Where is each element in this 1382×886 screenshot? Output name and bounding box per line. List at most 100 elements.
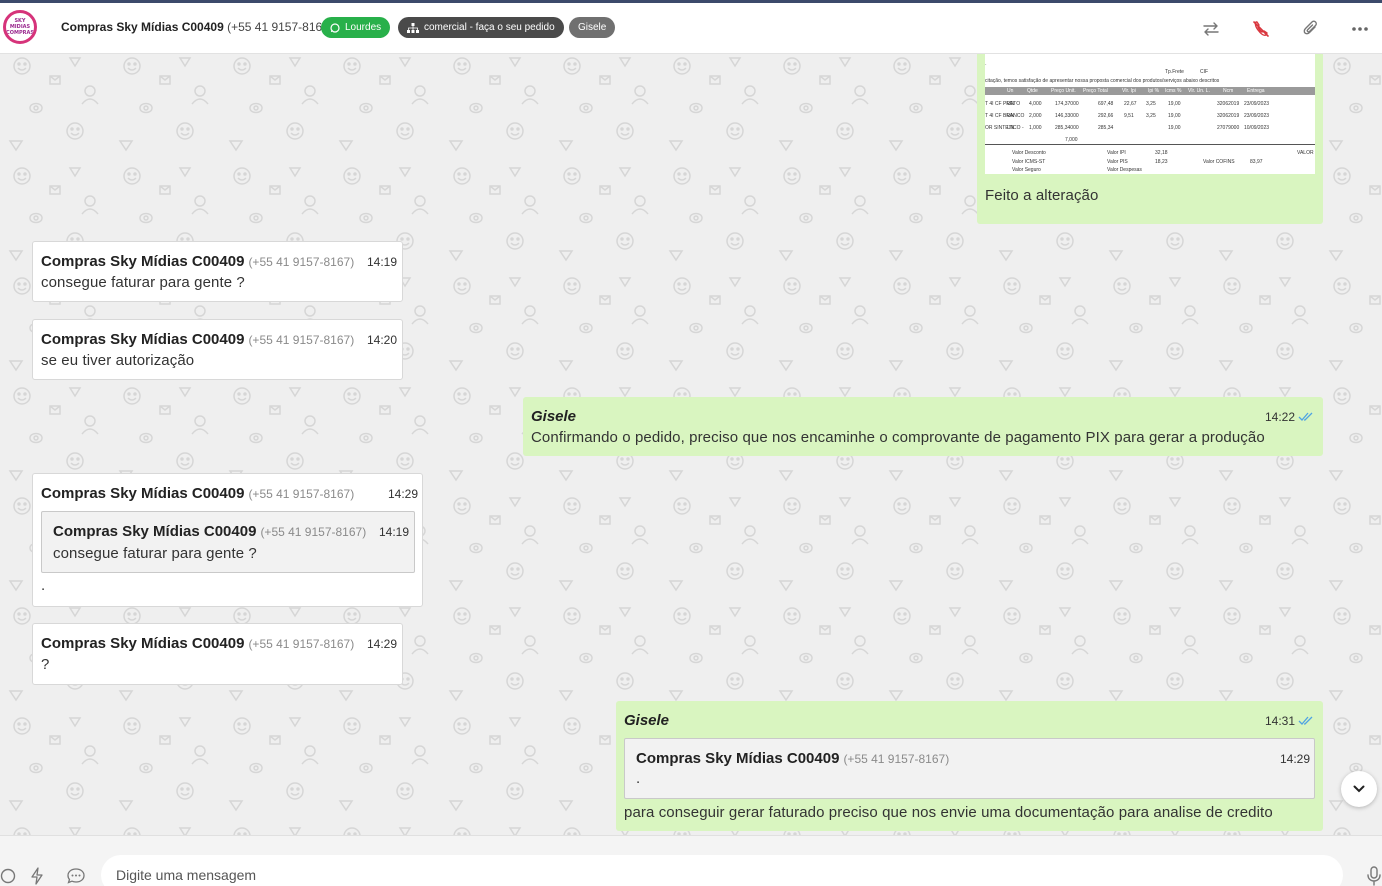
doc-cell: 19,00 (1168, 113, 1181, 119)
message-list[interactable]: · Tp.Frete CIF citação, temos satisfação… (0, 54, 1382, 835)
doc-cell: 2,000 (1029, 113, 1042, 119)
channel-tag-label: Lourdes (345, 22, 382, 33)
message-bubble-outgoing[interactable]: · Tp.Frete CIF citação, temos satisfação… (977, 54, 1323, 224)
doc-line-ymd: · (985, 62, 987, 68)
sender-name: Compras Sky Mídias C00409 (41, 485, 245, 502)
doc-freight-label: Tp.Frete (1165, 69, 1184, 75)
sitemap-icon (407, 22, 419, 33)
quick-reply-icon[interactable] (27, 866, 47, 886)
doc-cell: 3,25 (1146, 113, 1156, 119)
attachment-icon[interactable] (1301, 19, 1321, 39)
doc-summary: Valor Seguro (1012, 167, 1041, 173)
doc-cell: 1,000 (1029, 125, 1042, 131)
doc-cell: 22,67 (1124, 101, 1137, 107)
quoted-sender-phone: (+55 41 9157-8167) (843, 752, 950, 766)
message-text: consegue faturar para gente ? (41, 274, 245, 291)
doc-cell: 27079000 (1217, 125, 1240, 131)
emoji-icon[interactable] (0, 866, 18, 886)
doc-col: Vlr. Un. L. (1188, 88, 1210, 94)
message-bubble-incoming[interactable]: Compras Sky Mídias C00409 (+55 41 9157-81… (32, 319, 403, 380)
message-sender: Compras Sky Mídias C00409 (+55 41 9157-81… (41, 253, 354, 270)
message-sender: Gisele (531, 408, 577, 425)
doc-cell: 3,25 (1146, 101, 1156, 107)
doc-summary: Valor IPI (1107, 150, 1126, 156)
quoted-text: consegue faturar para gente ? (53, 545, 257, 562)
doc-col: Preço Total (1083, 88, 1108, 94)
department-tag[interactable]: comercial - faça o seu pedido (398, 17, 564, 38)
quoted-sender-name: Compras Sky Mídias C00409 (53, 523, 257, 540)
doc-col: Qtde (1027, 88, 1038, 94)
message-time: 14:29 (388, 487, 419, 501)
more-icon[interactable] (1350, 19, 1370, 39)
doc-col: Entrega (1247, 88, 1265, 94)
contact-phone: (+55 41 9157-8167) (227, 20, 333, 34)
message-text: Feito a alteração (985, 187, 1099, 204)
sender-name: Compras Sky Mídias C00409 (41, 635, 245, 652)
doc-cell: UN (1007, 113, 1015, 119)
chat-bubble-icon[interactable] (66, 866, 86, 886)
quoted-message[interactable]: Compras Sky Mídias C00409 (+55 41 9157-81… (624, 738, 1315, 799)
sender-name: Compras Sky Mídias C00409 (41, 253, 245, 270)
microphone-icon[interactable] (1364, 866, 1382, 886)
sender-phone: (+55 41 9157-8167) (248, 637, 355, 651)
message-bubble-outgoing[interactable]: Gisele 14:22 Confirmando o pedido, preci… (523, 397, 1323, 456)
doc-cell: 19,00 (1168, 125, 1181, 131)
message-bubble-outgoing[interactable]: Gisele 14:31 Compras Sky Mídias C00409 (+… (616, 701, 1323, 831)
message-text: se eu tiver autorização (41, 352, 195, 369)
message-bubble-incoming[interactable]: Compras Sky Mídias C00409 (+55 41 9157-81… (32, 473, 423, 607)
message-input[interactable] (101, 855, 1343, 886)
doc-cell: 285,34 (1098, 125, 1114, 131)
doc-summary: VALOR (1297, 150, 1314, 156)
agent-tag[interactable]: Gisele (569, 17, 616, 38)
channel-tag[interactable]: Lourdes (321, 17, 391, 38)
quoted-text: . (636, 770, 641, 787)
doc-cell: T 4I CF PRETO (985, 101, 1021, 107)
doc-total-qty: 7,000 (1065, 137, 1078, 143)
message-time: 14:22 (1265, 410, 1296, 424)
document-image-preview[interactable]: · Tp.Frete CIF citação, temos satisfação… (985, 54, 1315, 174)
doc-cell: 146,33000 (1055, 113, 1079, 119)
message-time: 14:29 (367, 637, 398, 651)
sender-phone: (+55 41 9157-8167) (248, 487, 355, 501)
doc-summary: 83,97 (1250, 159, 1263, 165)
message-time: 14:31 (1265, 714, 1296, 728)
quoted-time: 14:29 (1280, 752, 1311, 766)
doc-cell: 697,48 (1098, 101, 1114, 107)
contact-name: Compras Sky Mídias C00409 (61, 20, 224, 34)
doc-cell: 285,34000 (1055, 125, 1079, 131)
doc-col: Ncm (1223, 88, 1234, 94)
read-receipt-icon (1298, 716, 1313, 725)
doc-summary: 32,18 (1155, 150, 1168, 156)
transfer-icon[interactable] (1201, 19, 1221, 39)
message-bubble-incoming[interactable]: Compras Sky Mídias C00409 (+55 41 9157-81… (32, 623, 403, 685)
doc-cell: 4,000 (1029, 101, 1042, 107)
doc-summary: Valor Despesas (1107, 167, 1142, 173)
message-time: 14:19 (367, 255, 398, 269)
doc-cell: 23/09/2023 (1244, 101, 1270, 107)
doc-cell: UN (1007, 125, 1015, 131)
sender-name: Compras Sky Mídias C00409 (41, 331, 245, 348)
doc-col: Vlr. Ipi (1122, 88, 1136, 94)
quoted-sender-name: Compras Sky Mídias C00409 (636, 750, 840, 767)
doc-summary: Valor ICMS-ST (1012, 159, 1046, 165)
doc-cell: OR SINTETICO - (985, 125, 1024, 131)
doc-summary: Valor PIS (1107, 159, 1128, 165)
contact-avatar[interactable]: SKY MIDIAS COMPRAS (3, 10, 37, 44)
quoted-message[interactable]: Compras Sky Mídias C00409 (+55 41 9157-81… (41, 511, 415, 573)
quoted-sender: Compras Sky Mídias C00409 (+55 41 9157-81… (53, 523, 366, 540)
message-text: Confirmando o pedido, preciso que nos en… (531, 429, 1265, 446)
doc-summary: Valor COFINS (1203, 159, 1235, 165)
sender-phone: (+55 41 9157-8167) (248, 255, 355, 269)
whatsapp-icon (330, 22, 340, 33)
end-call-icon[interactable] (1251, 19, 1271, 39)
doc-cell: T 4I CF BRANCO (985, 113, 1025, 119)
message-bubble-incoming[interactable]: Compras Sky Mídias C00409 (+55 41 9157-81… (32, 241, 403, 302)
scroll-to-bottom-button[interactable] (1341, 771, 1377, 807)
avatar-logo: SKY MIDIAS COMPRAS (6, 18, 34, 36)
doc-cell: 19,00 (1168, 101, 1181, 107)
doc-cell: 9,51 (1124, 113, 1134, 119)
doc-cell: 10/09/2023 (1244, 125, 1270, 131)
message-composer (0, 835, 1382, 886)
sender-phone: (+55 41 9157-8167) (248, 333, 355, 347)
contact-title[interactable]: Compras Sky Mídias C00409 (+55 41 9157-8… (61, 20, 333, 34)
